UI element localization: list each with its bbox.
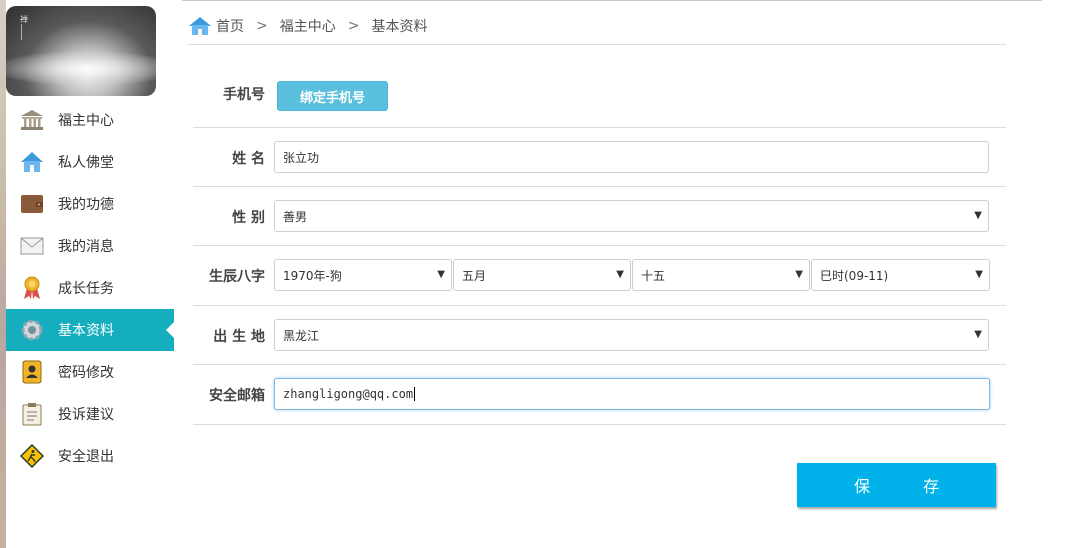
sidebar-item-logout[interactable]: 安全退出 (6, 435, 174, 477)
sidebar-nav: 福主中心 私人佛堂 我的功德 我的消息 成长任务 基本资料 密码修改 投诉建议 … (6, 99, 174, 477)
sidebar-item-label: 我的消息 (58, 239, 114, 255)
birth-label: 生辰八字 (209, 269, 265, 285)
name-label: 姓 名 (232, 151, 265, 167)
dropdown-arrow-icon: ▼ (437, 269, 445, 280)
banner-image: 禅 | | (6, 6, 156, 96)
birth-year-select[interactable]: 1970年-狗 ▼ (274, 259, 452, 291)
breadcrumb-home[interactable]: 首页 (216, 16, 244, 36)
sidebar-item-label: 福主中心 (58, 113, 114, 129)
breadcrumb-divider (188, 44, 1006, 45)
house-icon (20, 150, 44, 174)
email-input[interactable]: zhangligong@qq.com (274, 378, 990, 410)
email-row: 安全邮箱 zhangligong@qq.com (193, 365, 1006, 425)
dropdown-arrow-icon: ▼ (974, 329, 982, 340)
birthplace-row: 出 生 地 黑龙江 ▼ (193, 306, 1006, 365)
birth-hour-value: 巳时(09-11) (820, 268, 889, 283)
text-cursor (414, 387, 416, 401)
name-value: 张立功 (283, 150, 320, 165)
envelope-icon (20, 234, 44, 258)
name-input[interactable]: 张立功 (274, 141, 989, 173)
email-value: zhangligong@qq.com (283, 387, 414, 401)
chevron-right-icon: > (347, 18, 360, 34)
top-divider (182, 0, 1042, 4)
wallet-icon (20, 192, 44, 216)
home-icon[interactable] (188, 16, 212, 36)
sidebar-item-label: 成长任务 (58, 281, 114, 297)
dropdown-arrow-icon: ▼ (795, 269, 803, 280)
sidebar-item-merit[interactable]: 我的功德 (6, 183, 174, 225)
sidebar-item-label: 基本资料 (58, 323, 114, 339)
sidebar-item-label: 投诉建议 (58, 407, 114, 423)
clipboard-icon (20, 402, 44, 426)
medal-icon (20, 276, 44, 300)
sidebar-item-label: 安全退出 (58, 449, 114, 465)
save-button[interactable]: 保 存 (797, 463, 996, 507)
breadcrumb-current: 基本资料 (371, 19, 428, 35)
sidebar-item-label: 密码修改 (58, 365, 114, 381)
sidebar-item-profile[interactable]: 基本资料 (6, 309, 174, 351)
sidebar-item-label: 私人佛堂 (58, 155, 114, 171)
gear-icon (20, 318, 44, 342)
birth-day-select[interactable]: 十五 ▼ (632, 259, 810, 291)
phone-label: 手机号 (223, 87, 265, 103)
birth-row: 生辰八字 1970年-狗 ▼ 五月 ▼ 十五 ▼ 巳时(09-11) ▼ (193, 246, 1006, 306)
gender-label: 性 别 (232, 210, 265, 226)
breadcrumb-center[interactable]: 福主中心 (280, 16, 336, 36)
sidebar-item-temple[interactable]: 私人佛堂 (6, 141, 174, 183)
dropdown-arrow-icon: ▼ (975, 269, 983, 280)
profile-form: 手机号 绑定手机号 姓 名 张立功 性 别 善男 ▼ 生辰八字 1970年-狗 … (193, 60, 1006, 425)
gender-value: 善男 (283, 209, 308, 224)
birthplace-value: 黑龙江 (283, 328, 320, 343)
phone-row: 手机号 绑定手机号 (193, 60, 1006, 128)
gender-select[interactable]: 善男 ▼ (274, 200, 989, 232)
name-row: 姓 名 张立功 (193, 128, 1006, 187)
sidebar-item-password[interactable]: 密码修改 (6, 351, 174, 393)
birthplace-label: 出 生 地 (213, 329, 265, 345)
sidebar-item-messages[interactable]: 我的消息 (6, 225, 174, 267)
birth-hour-select[interactable]: 巳时(09-11) ▼ (811, 259, 990, 291)
sidebar: 禅 | | 福主中心 私人佛堂 我的功德 我的消息 成长任务 基本资料 密码修改… (6, 0, 174, 548)
contact-book-icon (20, 360, 44, 384)
sidebar-item-tasks[interactable]: 成长任务 (6, 267, 174, 309)
sidebar-item-feedback[interactable]: 投诉建议 (6, 393, 174, 435)
chevron-right-icon: > (256, 18, 268, 34)
exit-sign-icon (20, 444, 44, 468)
birth-month-select[interactable]: 五月 ▼ (453, 259, 631, 291)
birth-month-value: 五月 (462, 268, 487, 283)
gender-row: 性 别 善男 ▼ (193, 187, 1006, 246)
birth-year-value: 1970年-狗 (283, 268, 342, 283)
breadcrumb: 首页 > 福主中心 > 基本资料 (188, 14, 427, 38)
dropdown-arrow-icon: ▼ (616, 269, 624, 280)
birth-day-value: 十五 (641, 268, 666, 283)
birthplace-select[interactable]: 黑龙江 ▼ (274, 319, 989, 351)
email-label: 安全邮箱 (209, 388, 265, 404)
sidebar-item-center[interactable]: 福主中心 (6, 99, 174, 141)
bind-phone-button[interactable]: 绑定手机号 (277, 81, 388, 111)
temple-icon (20, 108, 44, 132)
dropdown-arrow-icon: ▼ (974, 210, 982, 221)
sidebar-item-label: 我的功德 (58, 197, 114, 213)
